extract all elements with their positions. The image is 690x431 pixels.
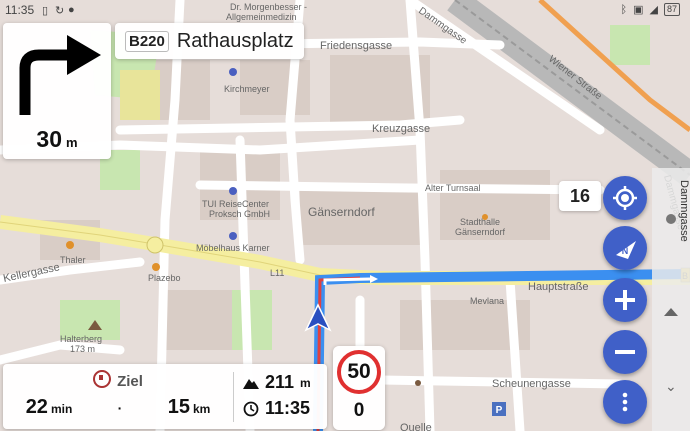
status-time: 11:35 xyxy=(5,3,35,17)
road-ref-badge: B220 xyxy=(125,30,169,52)
notification-icon: ▯ xyxy=(42,5,49,17)
current-speed: 0 xyxy=(353,400,365,421)
status-icons: ᛒ ▣ ◢ 87 xyxy=(620,3,680,16)
map-label-mevlana: Mevlana xyxy=(470,296,504,306)
turn-right-arrow-icon xyxy=(19,35,101,115)
speed-panel: 50 0 xyxy=(333,346,385,430)
trip-extras: 211 m 11:35 xyxy=(235,364,327,429)
compass-button[interactable]: N xyxy=(603,226,647,270)
zoom-level-badge: 16 xyxy=(559,181,601,211)
map-label-hauptstrasse: Hauptstraße xyxy=(528,281,589,293)
compass-icon: N xyxy=(616,241,636,259)
map-label-stadthalle-2: Gänserndorf xyxy=(455,227,506,237)
panel-divider xyxy=(233,372,234,422)
remaining-time-unit: min xyxy=(50,402,73,416)
navigation-side-bar: Dammgasse ⌄ xyxy=(652,168,690,431)
menu-button[interactable] xyxy=(603,380,647,424)
next-street-name: Rathausplatz xyxy=(176,29,294,52)
bluetooth-icon: ᛒ xyxy=(620,3,628,16)
map-label-scheunengasse: Scheunengasse xyxy=(492,378,571,390)
turn-distance-value: 30 xyxy=(36,126,63,152)
remaining-time-value: 22 xyxy=(25,396,48,418)
my-location-button[interactable] xyxy=(603,176,647,220)
destination-row: Ziel xyxy=(3,370,233,390)
turn-distance: 30 m xyxy=(3,126,111,153)
remaining-time: 22 min xyxy=(26,396,73,419)
home-button[interactable] xyxy=(666,214,676,224)
turn-instruction-panel[interactable]: 30 m xyxy=(3,23,111,159)
my-location-icon xyxy=(613,186,637,210)
vibrate-icon: ▣ xyxy=(633,4,644,16)
eta-separator: · xyxy=(117,400,123,416)
minus-icon xyxy=(615,350,635,354)
map-label-alter-turnsaal: Alter Turnsaal xyxy=(425,183,481,193)
battery-level: 87 xyxy=(666,4,677,14)
plus-icon xyxy=(615,290,635,310)
map-label-stadthalle-1: Stadthalle xyxy=(460,217,500,227)
zoom-in-button[interactable] xyxy=(603,278,647,322)
map-label-gaenserndorf: Gänserndorf xyxy=(308,205,375,219)
side-street-label: Dammgasse xyxy=(678,180,690,242)
destination-flag-icon xyxy=(93,370,112,388)
svg-text:P: P xyxy=(496,405,503,416)
arrival-time: 11:35 xyxy=(265,398,311,418)
route-info-panel[interactable]: Ziel 22 min · 15 km 211 m 11:35 xyxy=(3,364,327,429)
destination-summary[interactable]: Ziel 22 min · 15 km xyxy=(3,364,233,429)
arrival-row: 11:35 xyxy=(243,398,310,419)
svg-text:N: N xyxy=(622,246,629,256)
elevation-row: 211 m xyxy=(243,372,311,393)
remaining-distance-value: 15 xyxy=(167,396,190,418)
eta-row: 22 min · 15 km xyxy=(3,396,233,419)
location-icon: ● xyxy=(68,4,75,16)
mountain-icon xyxy=(243,378,259,389)
remaining-distance-unit: km xyxy=(192,402,211,416)
status-bar: 11:35 ▯ ↻ ● ᛒ ▣ ◢ 87 xyxy=(0,0,690,20)
map-label-halterberg-alt: 173 m xyxy=(70,344,95,354)
map-label-thaler: Thaler xyxy=(60,255,86,265)
map-label-tui-1: TUI ReiseCenter xyxy=(202,199,269,209)
next-street-panel[interactable]: B220 Rathausplatz xyxy=(115,23,304,59)
elevation-unit: m xyxy=(300,375,311,390)
map-label-tui-2: Proksch GmbH xyxy=(209,209,270,219)
map-label-plazebo: Plazebo xyxy=(148,273,181,283)
map-label-kreuzgasse: Kreuzgasse xyxy=(372,123,430,135)
map-label-friedensgasse: Friedensgasse xyxy=(320,40,392,52)
wifi-icon: ◢ xyxy=(649,4,658,16)
clock-icon xyxy=(243,401,259,416)
back-button[interactable] xyxy=(664,308,678,316)
elevation-value: 211 xyxy=(265,372,295,392)
map-label-moebelhaus: Möbelhaus Karner xyxy=(196,243,270,253)
map-label-l11: L11 xyxy=(270,268,284,278)
more-vert-icon xyxy=(622,392,628,412)
map-label-quelle: Quelle xyxy=(400,422,432,431)
speed-limit-sign: 50 xyxy=(337,350,381,394)
chevron-down-icon[interactable]: ⌄ xyxy=(665,378,677,395)
zoom-out-button[interactable] xyxy=(603,330,647,374)
turn-distance-unit: m xyxy=(66,135,78,150)
destination-label: Ziel xyxy=(117,373,143,390)
map-label-kirchmeyer: Kirchmeyer xyxy=(224,84,270,94)
battery-icon: 87 xyxy=(663,3,680,16)
map-label-halterberg: Halterberg xyxy=(60,334,102,344)
navigation-app-icon: ↻ xyxy=(55,5,65,17)
remaining-distance: 15 km xyxy=(168,396,211,419)
